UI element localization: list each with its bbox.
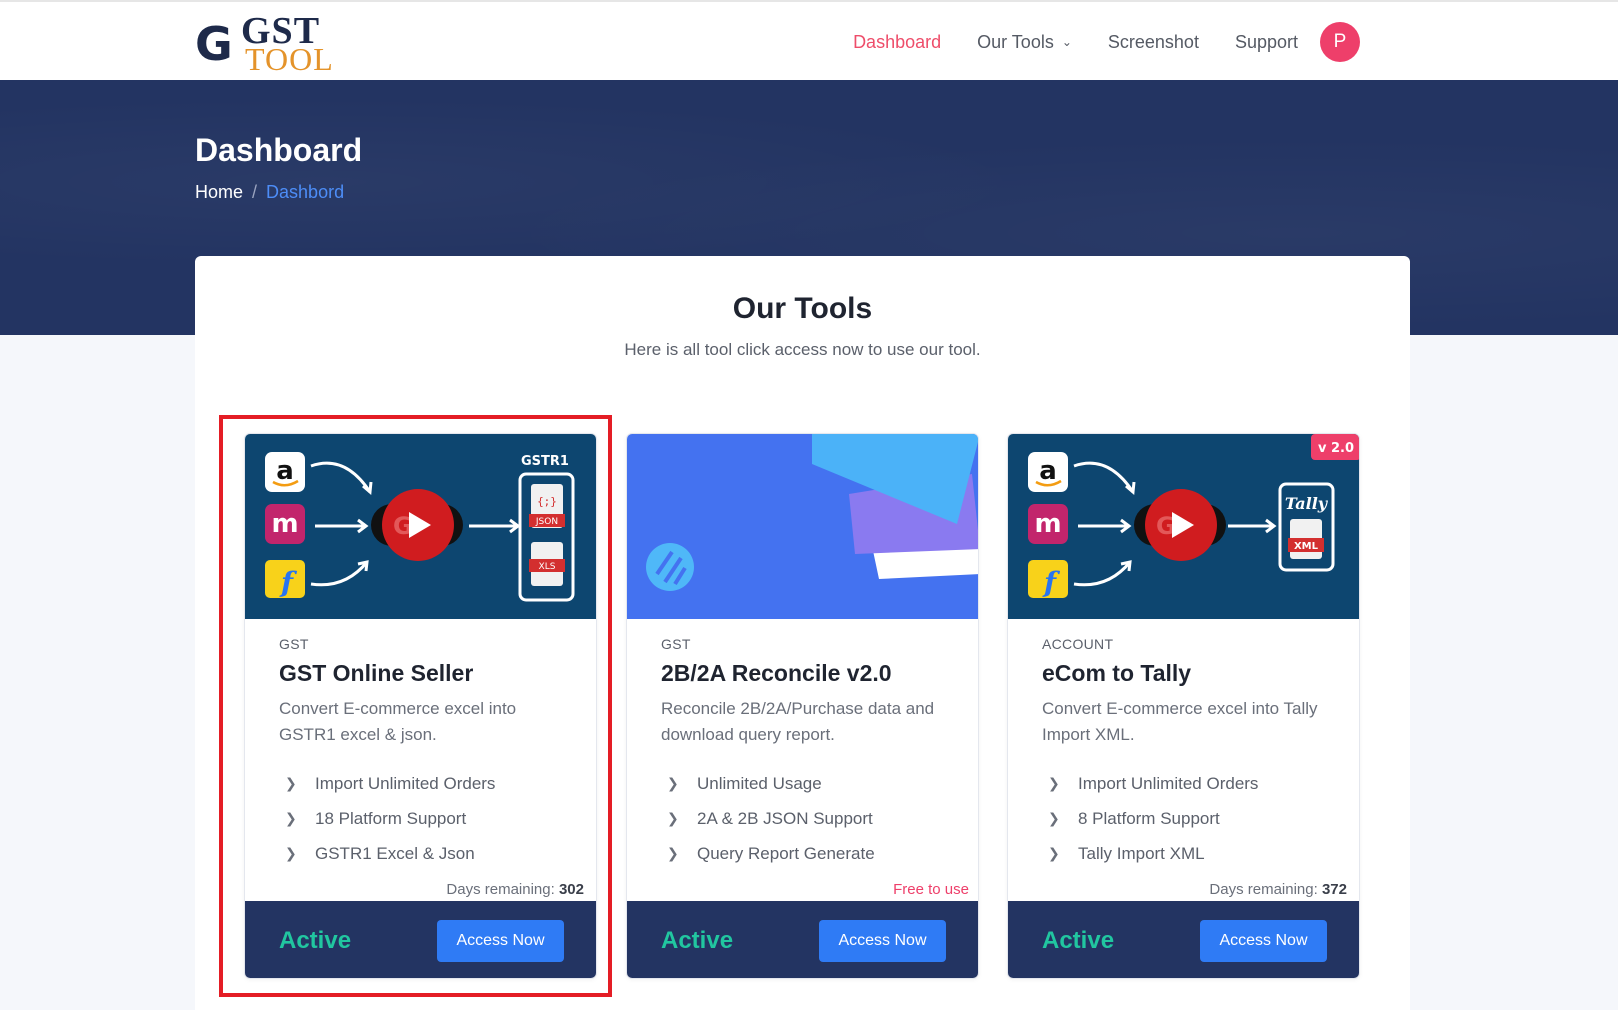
- app-logo-icon: [646, 543, 694, 591]
- nav-our-tools[interactable]: Our Tools ⌄: [977, 32, 1072, 53]
- top-navbar: G GST TOOL Dashboard Our Tools ⌄ Screensh…: [0, 0, 1618, 80]
- card-description: Reconcile 2B/2A/Purchase data and downlo…: [661, 699, 935, 744]
- breadcrumb-current: Dashbord: [266, 182, 345, 202]
- free-to-use-label: Free to use: [893, 881, 969, 898]
- card-description: Convert E-commerce excel into Tally Impo…: [1042, 699, 1318, 744]
- gst-tool-logo[interactable]: G GST TOOL: [195, 12, 335, 76]
- chevron-right-icon: ❯: [1048, 810, 1060, 826]
- feature-list: ❯ Unlimited Usage ❯ 2A & 2B JSON Support ❯…: [667, 766, 875, 871]
- section-title: Our Tools: [732, 292, 873, 325]
- feature-item: ❯ Import Unlimited Orders: [1048, 773, 1259, 793]
- card-footer: Active Access Now: [627, 901, 978, 978]
- tally-label: Tally: [1285, 494, 1329, 513]
- nav-dashboard[interactable]: Dashboard: [853, 32, 941, 53]
- card-category: GST: [661, 636, 691, 652]
- svg-text:a: a: [1039, 456, 1057, 486]
- logo-tool-text: TOOL: [245, 41, 334, 77]
- status-badge: Active: [661, 927, 734, 954]
- card-title: 2B/2A Reconcile v2.0: [661, 660, 892, 686]
- nav-our-tools-label: Our Tools: [977, 31, 1054, 52]
- chevron-right-icon: ❯: [1048, 845, 1060, 861]
- breadcrumb-home[interactable]: Home: [195, 182, 243, 203]
- feature-item: ❯ 2A & 2B JSON Support: [667, 808, 873, 828]
- feature-item: ❯ Tally Import XML: [1048, 843, 1205, 863]
- nav-support[interactable]: Support: [1235, 32, 1298, 53]
- svg-text:XML: XML: [1294, 541, 1319, 552]
- feature-item: ❯ Query Report Generate: [667, 843, 875, 863]
- card-footer: Active Access Now: [1008, 901, 1359, 978]
- nav-dashboard-label: Dashboard: [853, 31, 942, 52]
- breadcrumb-separator: /: [252, 182, 258, 202]
- card-title: eCom to Tally: [1042, 660, 1192, 686]
- ecom-to-tally-banner[interactable]: a m f G Tally XML v 2.0: [1008, 434, 1360, 619]
- chevron-right-icon: ❯: [1048, 775, 1060, 791]
- access-now-button[interactable]: Access Now: [1200, 920, 1327, 962]
- status-badge: Active: [1042, 927, 1115, 954]
- card-category: ACCOUNT: [1042, 636, 1114, 652]
- feature-item: ❯ Unlimited Usage: [667, 773, 822, 793]
- svg-text:m: m: [1034, 509, 1061, 539]
- tool-card-ecom-to-tally: a m f G Tally XML v 2.0 ACCOUNT eCom to …: [1007, 433, 1360, 979]
- chevron-right-icon: ❯: [667, 775, 679, 791]
- page-title: Dashboard: [195, 132, 363, 168]
- tool-card-2b-2a-reconcile: GST 2B/2A Reconcile v2.0 Reconcile 2B/2A…: [626, 433, 979, 979]
- chevron-down-icon: ⌄: [1061, 35, 1072, 49]
- feature-item: ❯ 8 Platform Support: [1048, 808, 1220, 828]
- access-now-button[interactable]: Access Now: [819, 920, 946, 962]
- nav-screenshot[interactable]: Screenshot: [1108, 32, 1199, 53]
- section-subtitle: Here is all tool click access now to use…: [624, 340, 981, 359]
- nav-support-label: Support: [1234, 31, 1298, 52]
- days-remaining: Days remaining: 372: [1209, 881, 1347, 898]
- nav-menu: Dashboard Our Tools ⌄ Screenshot Support …: [817, 2, 1360, 82]
- reconcile-banner[interactable]: [627, 434, 979, 619]
- selection-highlight: [219, 415, 612, 997]
- logo-g-mark: G: [195, 17, 233, 71]
- breadcrumb: Home / Dashbord: [195, 182, 344, 203]
- chevron-right-icon: ❯: [667, 810, 679, 826]
- user-avatar[interactable]: P: [1320, 22, 1360, 62]
- chevron-right-icon: ❯: [667, 845, 679, 861]
- svg-text:v 2.0: v 2.0: [1318, 441, 1354, 456]
- feature-list: ❯ Import Unlimited Orders ❯ 8 Platform Sup…: [1048, 766, 1258, 871]
- nav-screenshot-label: Screenshot: [1107, 31, 1199, 52]
